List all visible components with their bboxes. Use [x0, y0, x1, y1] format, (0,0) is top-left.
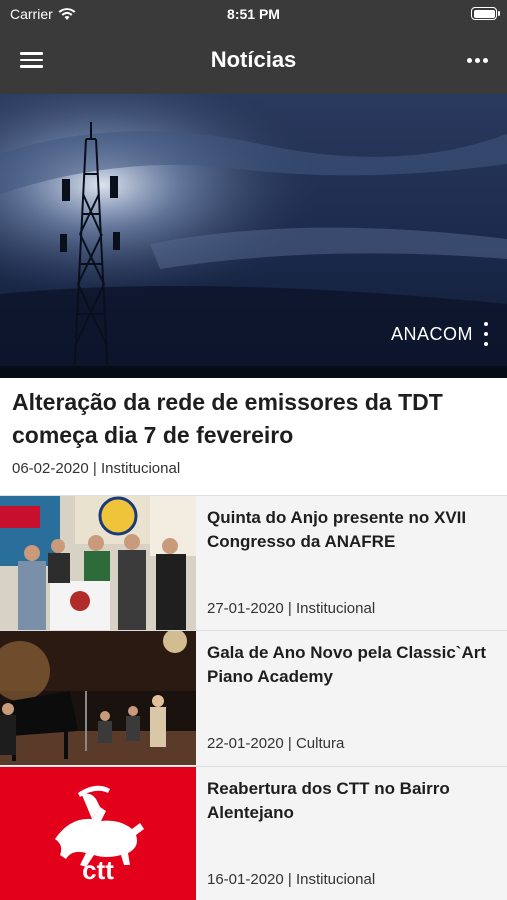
- news-item[interactable]: ctt Reabertura dos CTT no Bairro Alentej…: [0, 766, 507, 900]
- news-thumbnail: [0, 496, 196, 630]
- clock: 8:51 PM: [227, 6, 280, 22]
- news-meta: 22-01-2020 | Cultura: [207, 735, 345, 752]
- ctt-logo: ctt: [55, 785, 144, 885]
- anacom-watermark: ANACOM: [390, 324, 473, 344]
- watermark-dots-icon: [484, 322, 488, 346]
- news-headline: Reabertura dos CTT no Bairro Alentejano: [207, 779, 450, 822]
- news-thumbnail: [0, 631, 196, 765]
- news-thumbnail: ctt: [0, 767, 196, 900]
- news-item[interactable]: Quinta do Anjo presente no XVII Congress…: [0, 495, 507, 630]
- congress-photo: [0, 496, 196, 630]
- news-text: Gala de Ano Novo pela Classic`Art Piano …: [207, 641, 497, 689]
- navigation-bar: Notícias: [0, 28, 507, 94]
- status-bar: Carrier 8:51 PM: [0, 0, 507, 28]
- news-item[interactable]: Gala de Ano Novo pela Classic`Art Piano …: [0, 630, 507, 765]
- news-meta: 16-01-2020 | Institucional: [207, 871, 376, 888]
- news-headline: Quinta do Anjo presente no XVII Congress…: [207, 508, 467, 551]
- news-text: Reabertura dos CTT no Bairro Alentejano: [207, 777, 497, 825]
- featured-article[interactable]: Alteração da rede de emissores da TDT co…: [0, 378, 507, 495]
- battery-icon: [471, 7, 500, 20]
- featured-image[interactable]: ANACOM: [0, 94, 507, 378]
- page-title: Notícias: [210, 47, 297, 72]
- ctt-logo-text: ctt: [82, 855, 114, 885]
- news-meta: 27-01-2020 | Institucional: [207, 600, 376, 617]
- featured-headline: Alteração da rede de emissores da TDT co…: [12, 389, 443, 448]
- news-text: Quinta do Anjo presente no XVII Congress…: [207, 506, 497, 554]
- concert-photo: [0, 631, 196, 765]
- featured-meta: 06-02-2020 | Institucional: [12, 460, 181, 477]
- more-horizontal-icon: [466, 57, 472, 63]
- news-headline: Gala de Ano Novo pela Classic`Art Piano …: [207, 643, 486, 686]
- more-options-button[interactable]: [463, 50, 491, 70]
